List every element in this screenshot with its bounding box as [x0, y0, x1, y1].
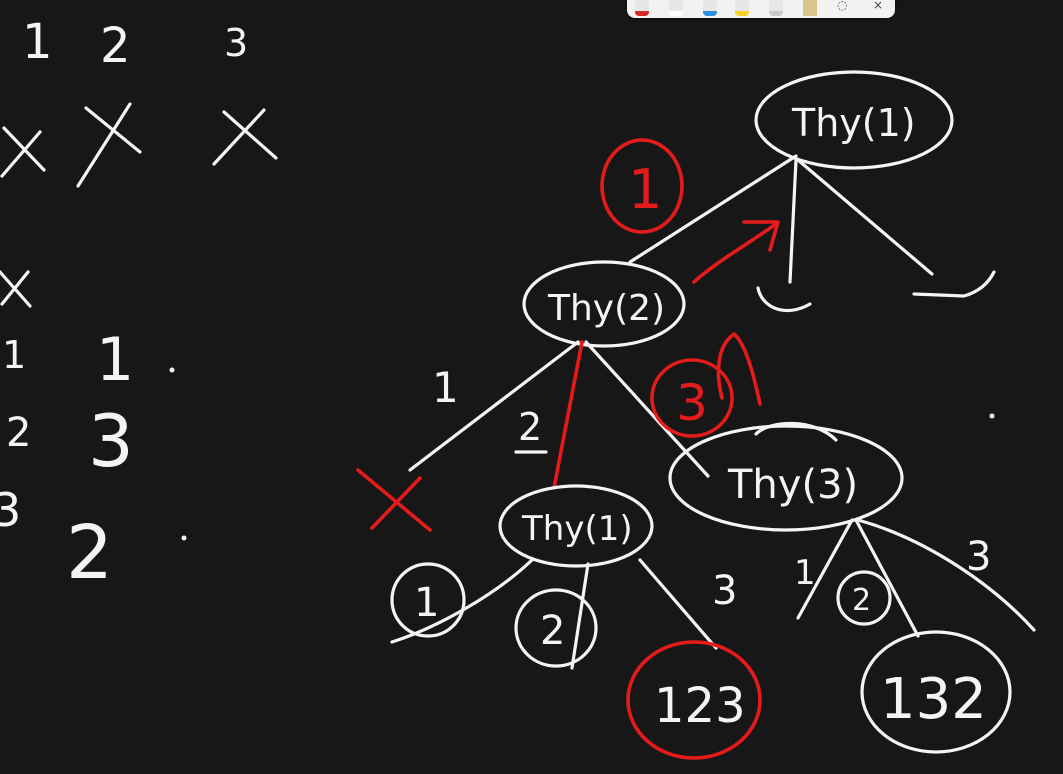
result-132: 132	[860, 630, 1012, 754]
leaf-mid-2: 2	[514, 588, 598, 668]
node-right: Thy(3)	[668, 421, 904, 532]
edge-root-label: 1	[628, 158, 662, 221]
edge-root-right	[796, 158, 934, 276]
note-row1-2: 2	[100, 18, 131, 74]
left-notes: 1 2 3 1 2 3 1 3 2	[0, 14, 278, 596]
node-root: Thy(1)	[754, 70, 954, 170]
x-mark-dead-branch	[356, 468, 432, 532]
leaf-mid-1: 1	[390, 562, 466, 638]
drawing-surface[interactable]: 1 2 3 1 2 3 1 3 2 Thy(1) 1 Thy(2) 1 2 3 …	[0, 0, 1063, 774]
result-123: 123	[626, 640, 762, 760]
backtrack-arrow-2	[716, 332, 762, 406]
blue-pen-tool[interactable]	[703, 0, 717, 16]
dot	[169, 367, 175, 373]
edge-left-3-label: 3	[676, 374, 708, 432]
red-pen-tip	[635, 11, 649, 16]
note-row2-crosses	[0, 102, 278, 188]
note-col-b-1: 1	[96, 325, 134, 395]
svg-text:2: 2	[852, 583, 871, 618]
pencil-tool[interactable]	[769, 0, 783, 16]
dot	[989, 413, 995, 419]
note-row1-1: 1	[22, 14, 53, 70]
pencil-tip	[769, 11, 783, 16]
note-col-a-3: 3	[0, 483, 21, 537]
white-pen-tool[interactable]	[669, 0, 683, 16]
note-col-a-1: 1	[2, 333, 26, 377]
node-mid: Thy(1)	[498, 484, 654, 568]
whiteboard-canvas[interactable]: 1 2 3 1 2 3 1 3 2 Thy(1) 1 Thy(2) 1 2 3 …	[0, 0, 1063, 774]
note-col-b-2: 3	[88, 399, 134, 483]
edge-mid-3	[638, 558, 718, 650]
svg-text:2: 2	[540, 608, 565, 654]
edge-right-3-label: 3	[966, 534, 991, 580]
node-root-label: Thy(1)	[791, 101, 916, 145]
edge-left-2-label: 2	[518, 405, 542, 449]
cross-3	[212, 108, 278, 166]
node-mid-label: Thy(1)	[521, 509, 633, 549]
edge-root-red-label: 1	[600, 138, 684, 234]
edge-right-1-label: 1	[794, 553, 816, 593]
node-right-label: Thy(3)	[727, 462, 858, 508]
pen-toolbar: ◌ ×	[627, 0, 895, 18]
cross-1	[0, 126, 46, 178]
svg-text:1: 1	[414, 580, 439, 626]
red-pen-tool[interactable]	[635, 0, 649, 16]
result-132-label: 132	[880, 667, 987, 732]
yellow-highlighter-tip	[735, 11, 749, 16]
edge-mid-3-label: 3	[712, 568, 737, 614]
edge-root-mid	[788, 158, 798, 284]
ruler-tool[interactable]	[803, 0, 817, 16]
result-123-label: 123	[654, 678, 746, 734]
backtrack-arrow-1	[692, 220, 780, 284]
node-left: Thy(2)	[522, 260, 686, 348]
blue-pen-tip	[703, 11, 717, 16]
note-row1-3: 3	[224, 21, 248, 65]
lasso-icon[interactable]: ◌	[837, 0, 847, 12]
white-pen-tip	[669, 11, 683, 16]
edge-mid-1	[390, 558, 534, 644]
note-col-a-2: 2	[6, 410, 31, 456]
node-left-label: Thy(2)	[547, 288, 665, 329]
note-col-x	[0, 270, 32, 308]
edge-left-1-label: 1	[432, 363, 459, 412]
note-col-b-3: 2	[66, 510, 113, 596]
dot	[181, 535, 187, 541]
recursion-tree: Thy(1) 1 Thy(2) 1 2 3 Thy(1) 3 1 2 123 T…	[356, 70, 1036, 760]
cross-2	[76, 102, 142, 188]
slot-root-right	[912, 270, 996, 298]
leaf-right-2: 2	[836, 570, 892, 626]
edge-left-2	[552, 340, 584, 490]
yellow-highlighter-tool[interactable]	[735, 0, 749, 16]
close-icon[interactable]: ×	[873, 0, 883, 12]
slot-root-mid	[756, 286, 812, 313]
